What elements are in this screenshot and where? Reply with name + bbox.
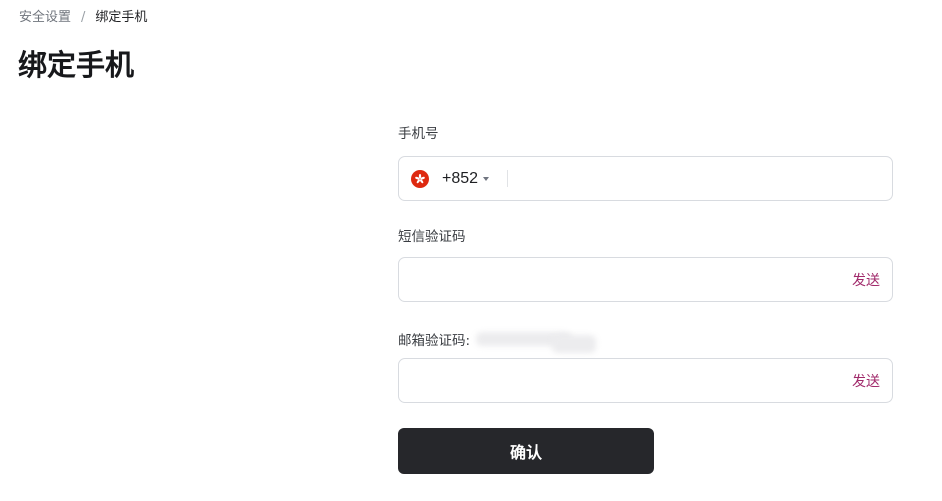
breadcrumb: 安全设置 / 绑定手机 bbox=[19, 9, 147, 27]
breadcrumb-separator: / bbox=[81, 10, 86, 25]
caret-down-icon bbox=[483, 176, 490, 181]
email-code-label-row: 邮箱验证码: bbox=[398, 327, 597, 354]
email-code-label: 邮箱验证码: bbox=[398, 333, 471, 349]
redacted-email bbox=[472, 327, 597, 353]
phone-number-input[interactable] bbox=[508, 157, 892, 200]
phone-label: 手机号 bbox=[398, 126, 439, 142]
breadcrumb-item-security-settings[interactable]: 安全设置 bbox=[19, 9, 71, 27]
email-code-field: 发送 bbox=[398, 358, 893, 403]
hong-kong-flag-icon bbox=[411, 169, 429, 188]
sms-code-label: 短信验证码 bbox=[398, 229, 466, 245]
dial-code: +852 bbox=[442, 169, 479, 187]
sms-code-field: 发送 bbox=[398, 257, 893, 302]
confirm-button[interactable]: 确认 bbox=[398, 428, 654, 474]
phone-field: +852 bbox=[398, 156, 893, 201]
country-code-selector[interactable]: +852 bbox=[399, 157, 490, 200]
page-title: 绑定手机 bbox=[18, 48, 135, 82]
breadcrumb-item-current: 绑定手机 bbox=[95, 10, 148, 25]
send-email-code-button[interactable]: 发送 bbox=[852, 371, 892, 391]
email-code-input[interactable] bbox=[399, 359, 852, 402]
send-sms-code-button[interactable]: 发送 bbox=[852, 270, 892, 290]
bind-phone-page: 安全设置 / 绑定手机 绑定手机 手机号 +852 短信验证码 发送 邮箱验证码… bbox=[0, 0, 942, 501]
sms-code-input[interactable] bbox=[399, 258, 852, 301]
